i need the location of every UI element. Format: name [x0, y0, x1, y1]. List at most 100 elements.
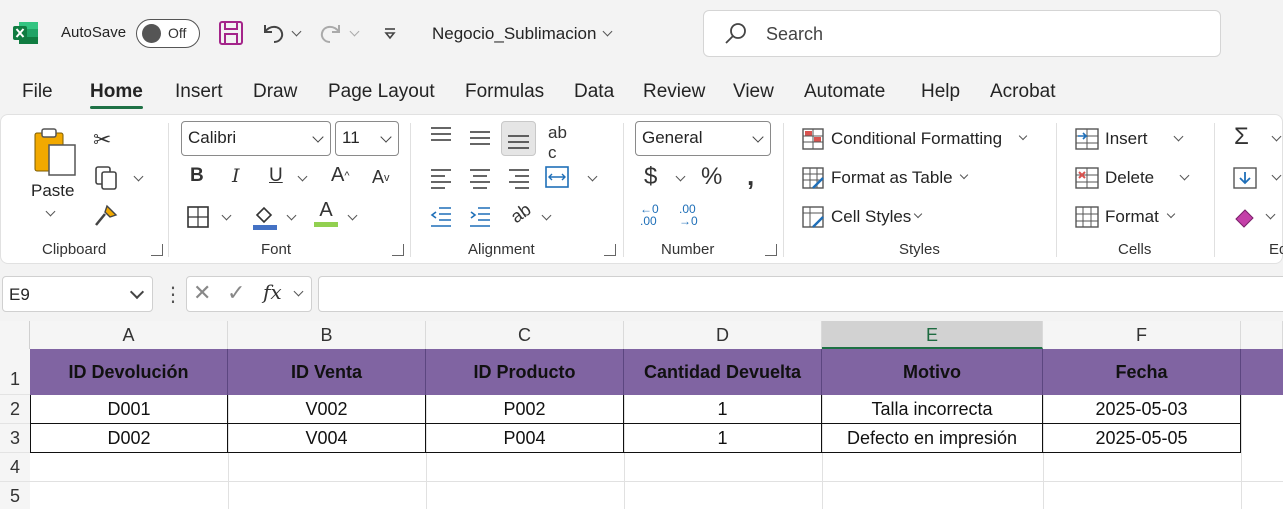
autosum-icon[interactable]: Σ: [1234, 123, 1249, 151]
orientation-wrap-icon[interactable]: ab c: [548, 123, 567, 163]
undo-icon[interactable]: [259, 18, 287, 48]
redo-icon[interactable]: [317, 18, 345, 48]
row-header-2[interactable]: 2: [0, 395, 30, 424]
alignment-launcher-icon[interactable]: [604, 244, 616, 256]
save-icon[interactable]: [217, 18, 245, 48]
insert-cells-label[interactable]: Insert: [1105, 129, 1148, 149]
delete-cells-dropdown-icon[interactable]: [1179, 170, 1190, 181]
currency-icon[interactable]: $: [644, 163, 657, 191]
number-launcher-icon[interactable]: [765, 244, 777, 256]
customize-toolbar-icon[interactable]: [376, 18, 404, 48]
insert-function-icon[interactable]: fx: [263, 280, 282, 304]
font-name-select[interactable]: Calibri: [181, 121, 331, 156]
conditional-formatting-icon[interactable]: [801, 127, 825, 151]
merge-center-icon[interactable]: [544, 165, 570, 189]
fill-color-icon[interactable]: [251, 203, 279, 231]
underline-icon[interactable]: U: [269, 165, 283, 187]
cell-styles-dropdown-icon[interactable]: [913, 209, 923, 219]
decrease-indent-icon[interactable]: [429, 205, 453, 227]
table-cell-e2[interactable]: Talla incorrecta: [822, 395, 1043, 424]
formula-input[interactable]: [318, 276, 1283, 312]
tab-help[interactable]: Help: [921, 81, 960, 103]
tab-formulas[interactable]: Formulas: [465, 81, 544, 103]
tab-view[interactable]: View: [733, 81, 774, 103]
table-cell-a3[interactable]: D002: [30, 424, 228, 453]
header-cell-a1[interactable]: ID Devolución: [30, 349, 228, 395]
align-right-icon[interactable]: [507, 167, 531, 189]
paste-dropdown-icon[interactable]: [45, 206, 56, 217]
format-as-table-label[interactable]: Format as Table: [831, 168, 953, 188]
format-cells-dropdown-icon[interactable]: [1166, 209, 1176, 219]
table-cell-e3[interactable]: Defecto en impresión: [822, 424, 1043, 453]
fill-down-icon[interactable]: [1232, 166, 1258, 190]
column-header-b[interactable]: B: [228, 321, 426, 349]
delete-cells-label[interactable]: Delete: [1105, 168, 1154, 188]
table-cell-d2[interactable]: 1: [624, 395, 822, 424]
name-box[interactable]: E9: [2, 276, 153, 312]
tab-data[interactable]: Data: [574, 81, 614, 103]
row-header-4[interactable]: 4: [0, 453, 30, 482]
conditional-formatting-label[interactable]: Conditional Formatting: [831, 129, 1002, 149]
italic-icon[interactable]: I: [232, 165, 240, 187]
delete-cells-icon[interactable]: [1074, 166, 1100, 190]
increase-font-size-icon[interactable]: A ^: [331, 164, 350, 187]
format-cells-label[interactable]: Format: [1105, 207, 1159, 227]
decrease-decimal-icon[interactable]: .00 →0: [679, 203, 698, 227]
table-cell-d3[interactable]: 1: [624, 424, 822, 453]
header-cell-b1[interactable]: ID Venta: [228, 349, 426, 395]
clipboard-launcher-icon[interactable]: [151, 244, 163, 256]
tab-review[interactable]: Review: [643, 81, 705, 103]
format-cells-icon[interactable]: [1074, 205, 1100, 229]
merge-dropdown-icon[interactable]: [587, 171, 598, 182]
header-cell-d1[interactable]: Cantidad Devuelta: [624, 349, 822, 395]
align-top-icon[interactable]: [429, 125, 453, 147]
tab-automate[interactable]: Automate: [804, 81, 885, 103]
header-cell-c1[interactable]: ID Producto: [426, 349, 624, 395]
header-cell-f1[interactable]: Fecha: [1043, 349, 1241, 395]
align-center-icon[interactable]: [468, 167, 492, 189]
table-cell-f3[interactable]: 2025-05-05: [1043, 424, 1241, 453]
align-left-icon[interactable]: [429, 167, 453, 189]
font-color-dropdown-icon[interactable]: [347, 210, 358, 221]
conditional-formatting-dropdown-icon[interactable]: [1018, 131, 1028, 141]
row-header-1[interactable]: 1: [0, 349, 30, 395]
clear-eraser-icon[interactable]: [1232, 205, 1258, 229]
tab-file[interactable]: File: [22, 81, 53, 103]
font-launcher-icon[interactable]: [392, 244, 404, 256]
fill-dropdown-icon[interactable]: [1271, 170, 1282, 181]
autosave-toggle[interactable]: Off: [136, 19, 200, 48]
currency-dropdown-icon[interactable]: [675, 171, 686, 182]
enter-check-icon[interactable]: ✓: [227, 280, 245, 306]
tab-page-layout[interactable]: Page Layout: [328, 81, 435, 103]
table-cell-f2[interactable]: 2025-05-03: [1043, 395, 1241, 424]
redo-dropdown-icon[interactable]: [349, 26, 360, 37]
table-cell-b2[interactable]: V002: [228, 395, 426, 424]
format-as-table-dropdown-icon[interactable]: [959, 170, 969, 180]
number-format-select[interactable]: General: [635, 121, 771, 156]
font-color-icon[interactable]: A: [314, 199, 338, 227]
cell-styles-icon[interactable]: [801, 205, 825, 229]
increase-decimal-icon[interactable]: ←0.00: [640, 203, 659, 227]
align-middle-icon[interactable]: [468, 127, 492, 149]
more-options-icon[interactable]: ⋮: [163, 282, 183, 307]
orientation-icon[interactable]: ab: [507, 199, 535, 228]
column-header-e[interactable]: E: [822, 321, 1043, 349]
comma-style-icon[interactable]: ,: [747, 161, 754, 192]
row-header-3[interactable]: 3: [0, 424, 30, 453]
orientation-dropdown-icon[interactable]: [541, 210, 552, 221]
row-header-5[interactable]: 5: [0, 482, 30, 509]
tab-home[interactable]: Home: [90, 81, 143, 109]
cell-styles-label[interactable]: Cell Styles: [831, 207, 911, 227]
fill-color-dropdown-icon[interactable]: [286, 210, 297, 221]
column-header-f[interactable]: F: [1043, 321, 1241, 349]
header-cell-e1[interactable]: Motivo: [822, 349, 1043, 395]
paste-icon[interactable]: [32, 127, 78, 177]
tab-insert[interactable]: Insert: [175, 81, 223, 103]
table-cell-c3[interactable]: P004: [426, 424, 624, 453]
borders-dropdown-icon[interactable]: [221, 210, 232, 221]
column-header-c[interactable]: C: [426, 321, 624, 349]
increase-indent-icon[interactable]: [468, 205, 492, 227]
table-cell-c2[interactable]: P002: [426, 395, 624, 424]
borders-icon[interactable]: [186, 205, 210, 229]
copy-icon[interactable]: [93, 165, 119, 191]
